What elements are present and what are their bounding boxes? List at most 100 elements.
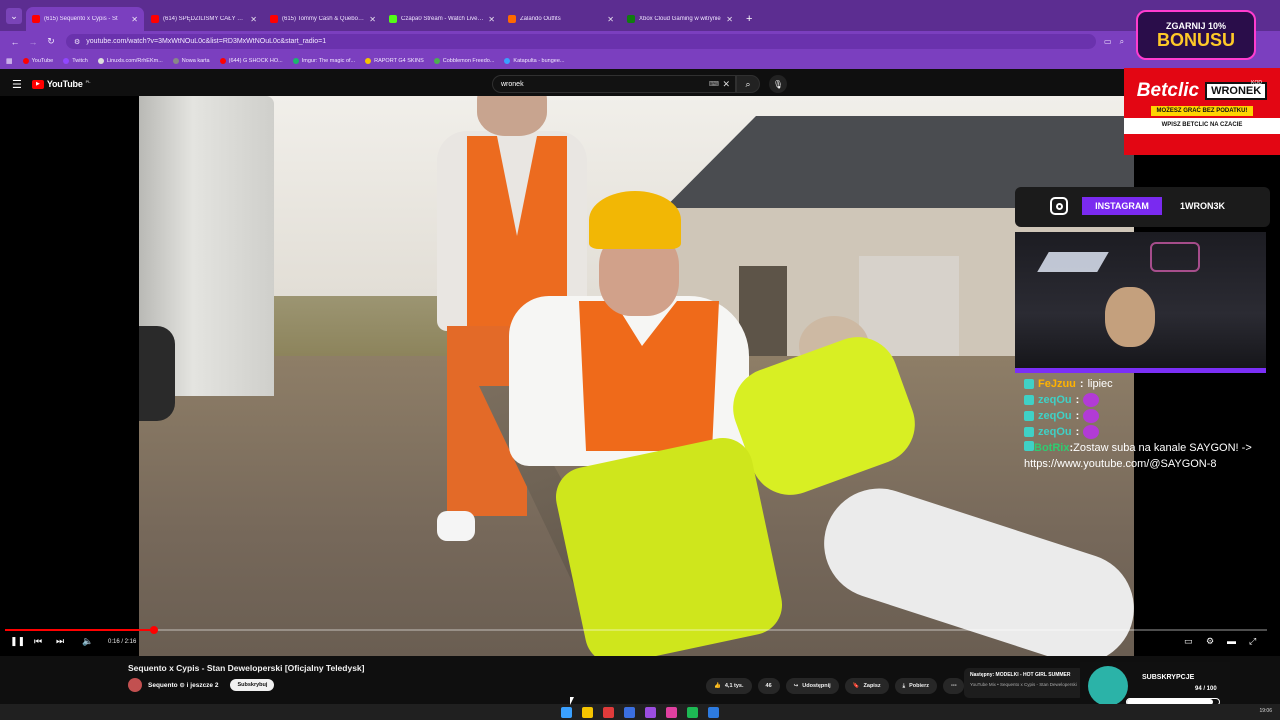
url-text: youtube.com/watch?v=3MxWtNOuL0c&list=RD3… (86, 38, 327, 45)
chat-badge-icon (1024, 411, 1034, 421)
subscribe-button[interactable]: Subskrybuj (230, 679, 275, 691)
comments-text: 46 (765, 683, 772, 689)
bookmark-label: (644) G SHOCK HO... (228, 57, 283, 64)
browser-tab[interactable]: (614) SPĘDZILIŚMY CAŁY DZIEŃ ✕ (145, 7, 263, 31)
chat-message: zeqOu: (1024, 424, 1264, 440)
menu-icon[interactable]: ☰ (12, 78, 22, 91)
browser-tab[interactable]: Czapa0 Stream - Watch Live on ✕ (383, 7, 501, 31)
progress-track[interactable] (5, 629, 1267, 631)
share-button[interactable]: ↪ Udostępnij (785, 678, 839, 694)
chat-message: FeJzuu: lipiec (1024, 376, 1264, 392)
file-explorer-icon[interactable] (582, 706, 593, 718)
volume-icon[interactable]: 🔈 (82, 636, 93, 647)
spotify-icon[interactable] (687, 706, 698, 718)
close-tab-icon[interactable]: ✕ (369, 15, 376, 24)
up-next-subtitle: YouTube Mix • Sequento x Cypis - Stan De… (970, 682, 1077, 687)
mouse-cursor (570, 697, 578, 705)
zoom-icon[interactable]: ⌕ (1120, 37, 1124, 47)
search-button[interactable]: ⌕ (736, 75, 760, 93)
previous-icon[interactable]: ⏮ (34, 636, 42, 647)
subtitles-icon[interactable]: ▭ (1184, 636, 1193, 647)
search-query: wronek (501, 80, 524, 88)
more-actions-button[interactable]: ⋯ (942, 678, 965, 694)
browser-tab[interactable]: Zalando Outfits ✕ (502, 7, 620, 31)
youtube-play-icon: ▶ (31, 79, 44, 89)
fullscreen-icon[interactable]: ⤢ (1249, 636, 1256, 647)
tab-favicon (151, 15, 159, 23)
bonus-ad: ZGARNIJ 10% BONUSU (1136, 10, 1256, 60)
subs-goal-title: SUBSKRYPCJE (1142, 674, 1195, 681)
site-info-icon[interactable]: ⚙ (74, 38, 80, 46)
app-icon-2[interactable] (666, 706, 677, 718)
chat-username: zeqOu (1038, 426, 1072, 438)
browser-tab[interactable]: (615) Sequento x Cypis - St ✕ (26, 7, 144, 31)
reload-button[interactable]: ↻ (42, 36, 60, 47)
save-button[interactable]: 🔖 Zapisz (844, 678, 889, 694)
url-bar[interactable]: ⚙ youtube.com/watch?v=3MxWtNOuL0c&list=R… (66, 34, 1096, 49)
save-label: Zapisz (863, 683, 881, 689)
bookmark-item[interactable]: RAPORT G4 SKINS (365, 57, 424, 64)
thumb-up-icon: 👍 (714, 683, 721, 689)
next-icon[interactable]: ⏭ (56, 636, 64, 647)
app-icon-3[interactable] (708, 706, 719, 718)
bookmark-item[interactable]: Nowa karta (172, 57, 210, 64)
up-next-card[interactable]: Następny: MODELKI - HOT GIRL SUMMER YouT… (964, 668, 1084, 698)
voice-search-button[interactable]: 🎙 (769, 75, 787, 93)
back-button[interactable]: ← (6, 37, 24, 47)
pause-icon[interactable]: ❚❚ (10, 636, 25, 647)
download-button[interactable]: ⤓ Pobierz (894, 678, 937, 694)
progress-scrubber[interactable] (150, 626, 158, 634)
close-tab-icon[interactable]: ✕ (131, 15, 138, 24)
betclic-ad: KOD Betclic WRONEK MOŻESZ GRAĆ BEZ PODAT… (1124, 68, 1280, 155)
channel-name[interactable]: Sequento ⊙ i jeszcze 2 (148, 681, 218, 689)
forward-button[interactable]: → (24, 37, 42, 47)
player-controls: ❚❚ ⏮ ⏭ 🔈 0:16 / 2:16 ▭ ⚙ ▬ ⤢ (0, 636, 1280, 652)
chat-message: zeqOu: (1024, 392, 1264, 408)
browser-tab[interactable]: Xbox Cloud Gaming w witrynie ✕ (621, 7, 739, 31)
bookmark-list: YouTube Twitch Linuxls.com/RrhEKm... Nowa k… (22, 57, 565, 64)
tab-search-button[interactable]: ⌄ (6, 8, 22, 24)
bookmark-item[interactable]: YouTube (22, 57, 53, 64)
bookmark-item[interactable]: Imgur: The magic of... (292, 57, 355, 64)
bookmark-item[interactable]: Katapulta - bungee... (504, 57, 565, 64)
betclic-instruction: WPISZ BETCLIC NA CZACIE (1124, 118, 1280, 134)
like-button[interactable]: 👍 4,1 tys. (706, 678, 752, 694)
browser-tab[interactable]: (615) Tommy Cash & Quebonafi ✕ (264, 7, 382, 31)
system-clock: 19:06 (1259, 708, 1272, 714)
search-input[interactable]: wronek ⌨ ✕ (492, 75, 736, 93)
keyboard-icon[interactable]: ⌨ (709, 80, 719, 88)
chat-message: https://www.youtube.com/@SAYGON-8 (1024, 456, 1264, 472)
bookmark-item[interactable]: Cobblemon Freedo... (433, 57, 494, 64)
settings-icon[interactable]: ⚙ (1206, 636, 1214, 647)
new-tab-button[interactable]: + (746, 13, 752, 25)
app-icon-1[interactable] (603, 706, 614, 718)
bookmark-favicon (63, 57, 70, 64)
chat-username: BotRix (1034, 442, 1070, 454)
theater-mode-icon[interactable]: ▬ (1227, 636, 1236, 646)
bookmark-item[interactable]: Linuxls.com/RrhEKm... (97, 57, 163, 64)
youtube-logo[interactable]: ▶ YouTube PL (31, 79, 91, 89)
start-icon[interactable] (561, 706, 572, 718)
browser-icon[interactable] (645, 706, 656, 718)
cast-icon[interactable]: ▭ (1104, 37, 1112, 47)
clear-search-icon[interactable]: ✕ (722, 79, 730, 90)
tab-title: Zalando Outfits (520, 16, 561, 22)
apps-icon[interactable]: ▦ (6, 57, 13, 65)
chat-text: https://www.youtube.com/@SAYGON-8 (1024, 458, 1217, 470)
video-frame (139, 96, 1134, 656)
bookmark-item[interactable]: (644) G SHOCK HO... (219, 57, 283, 64)
close-tab-icon[interactable]: ✕ (726, 15, 733, 24)
toolbar-right: ▭ ⌕ (1104, 37, 1124, 47)
betclic-tagline: MOŻESZ GRAĆ BEZ PODATKU! (1150, 106, 1254, 116)
chat-separator: : (1075, 426, 1080, 438)
bookmark-item[interactable]: Twitch (63, 57, 88, 64)
comments-count[interactable]: 46 (757, 678, 780, 694)
steam-icon[interactable] (624, 706, 635, 718)
close-tab-icon[interactable]: ✕ (607, 15, 614, 24)
close-tab-icon[interactable]: ✕ (488, 15, 495, 24)
instagram-handle: 1WRON3K (1180, 201, 1226, 211)
youtube-header: ☰ ▶ YouTube PL wronek ⌨ ✕ ⌕ 🎙 (0, 72, 1280, 96)
tab-title: Czapa0 Stream - Watch Live on (401, 16, 485, 22)
channel-avatar[interactable] (128, 678, 142, 692)
close-tab-icon[interactable]: ✕ (250, 15, 257, 24)
